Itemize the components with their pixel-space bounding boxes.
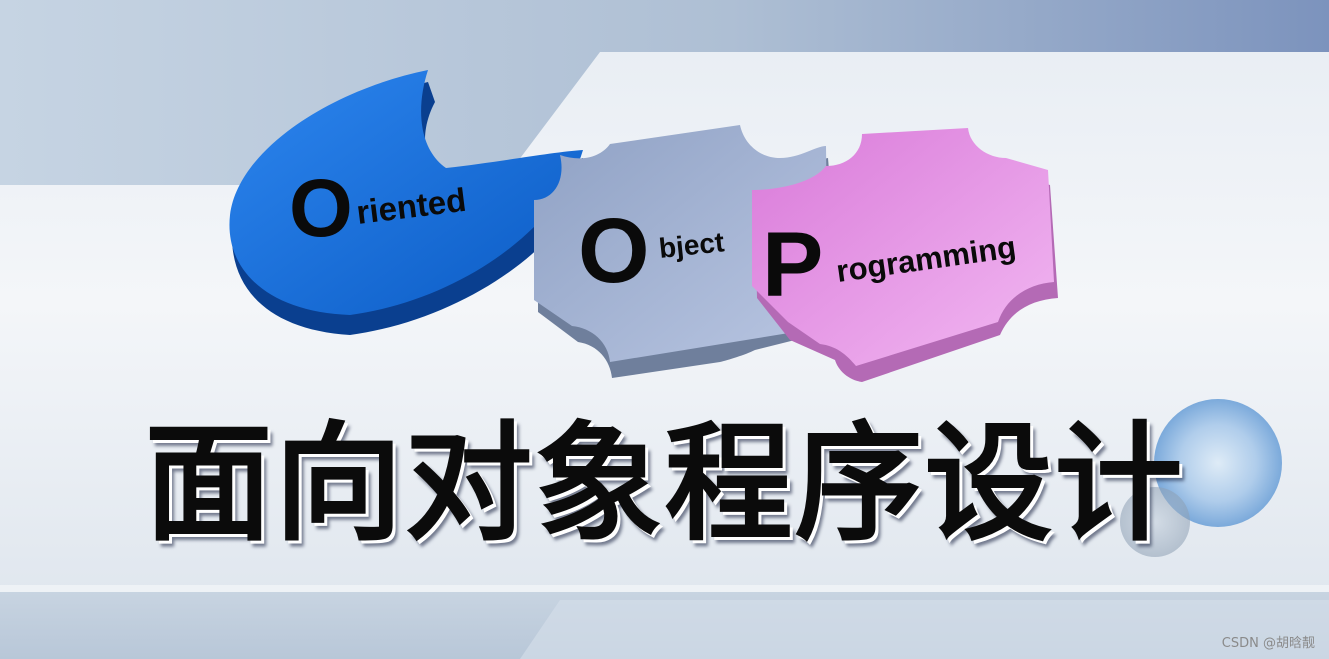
banner: O riented O bject P rogramming 面向对象程序设计 … xyxy=(0,0,1329,659)
programming-initial: P xyxy=(762,214,823,316)
watermark-text: CSDN @胡晗靓 xyxy=(1221,636,1315,651)
headline-title: 面向对象程序设计 xyxy=(144,410,1185,559)
oriented-initial: O xyxy=(289,163,353,254)
object-initial: O xyxy=(578,200,650,302)
